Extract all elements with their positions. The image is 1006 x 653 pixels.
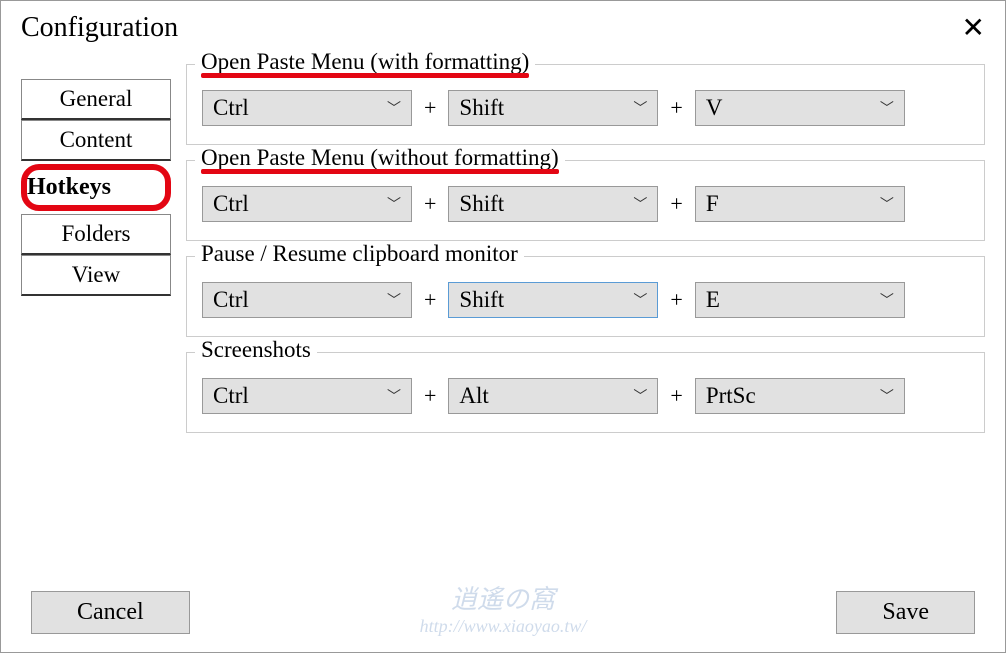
dropdown-value: Shift — [459, 191, 504, 217]
dropdown-value: Ctrl — [213, 191, 249, 217]
tab-general[interactable]: General — [21, 79, 171, 120]
fieldset-screenshots: Screenshots Ctrl ﹀ + Alt ﹀ + PrtSc ﹀ — [186, 352, 985, 433]
dropdown-value: Shift — [459, 95, 504, 121]
dropdown-key1[interactable]: Ctrl ﹀ — [202, 90, 412, 126]
dropdown-value: E — [706, 287, 720, 313]
dropdown-value: F — [706, 191, 719, 217]
save-button[interactable]: Save — [836, 591, 975, 634]
fieldset-pause-resume: Pause / Resume clipboard monitor Ctrl ﹀ … — [186, 256, 985, 337]
dropdown-key1[interactable]: Ctrl ﹀ — [202, 378, 412, 414]
legend-open-with-formatting: Open Paste Menu (with formatting) — [195, 49, 535, 75]
dropdown-value: Ctrl — [213, 383, 249, 409]
tab-content[interactable]: Content — [21, 120, 171, 161]
tab-hotkeys[interactable]: Hotkeys — [21, 164, 171, 211]
legend-screenshots: Screenshots — [195, 337, 317, 363]
plus-separator: + — [420, 95, 440, 121]
legend-open-without-formatting: Open Paste Menu (without formatting) — [195, 145, 565, 171]
plus-separator: + — [420, 287, 440, 313]
dropdown-key1[interactable]: Ctrl ﹀ — [202, 282, 412, 318]
chevron-down-icon: ﹀ — [880, 98, 894, 118]
plus-separator: + — [420, 191, 440, 217]
dropdown-value: Shift — [459, 287, 504, 313]
sidebar: General Content Hotkeys Folders View — [21, 59, 171, 448]
chevron-down-icon: ﹀ — [880, 194, 894, 214]
chevron-down-icon: ﹀ — [387, 386, 401, 406]
chevron-down-icon: ﹀ — [880, 290, 894, 310]
dropdown-key2[interactable]: Alt ﹀ — [448, 378, 658, 414]
dropdown-key3[interactable]: E ﹀ — [695, 282, 905, 318]
tab-folders[interactable]: Folders — [21, 214, 171, 255]
cancel-button[interactable]: Cancel — [31, 591, 190, 634]
plus-separator: + — [420, 383, 440, 409]
plus-separator: + — [666, 287, 686, 313]
settings-panel: Open Paste Menu (with formatting) Ctrl ﹀… — [186, 59, 985, 448]
dropdown-value: Alt — [459, 383, 488, 409]
dropdown-key2[interactable]: Shift ﹀ — [448, 186, 658, 222]
chevron-down-icon: ﹀ — [387, 290, 401, 310]
dropdown-key2[interactable]: Shift ﹀ — [448, 282, 658, 318]
chevron-down-icon: ﹀ — [387, 98, 401, 118]
window-title: Configuration — [21, 12, 178, 44]
plus-separator: + — [666, 191, 686, 217]
legend-pause-resume: Pause / Resume clipboard monitor — [195, 241, 524, 267]
dropdown-key3[interactable]: V ﹀ — [695, 90, 905, 126]
chevron-down-icon: ﹀ — [387, 194, 401, 214]
dropdown-key2[interactable]: Shift ﹀ — [448, 90, 658, 126]
close-icon[interactable]: ✕ — [962, 11, 985, 44]
chevron-down-icon: ﹀ — [633, 290, 647, 310]
dropdown-value: Ctrl — [213, 287, 249, 313]
dropdown-key3[interactable]: PrtSc ﹀ — [695, 378, 905, 414]
chevron-down-icon: ﹀ — [880, 386, 894, 406]
chevron-down-icon: ﹀ — [633, 386, 647, 406]
dropdown-key1[interactable]: Ctrl ﹀ — [202, 186, 412, 222]
chevron-down-icon: ﹀ — [633, 194, 647, 214]
fieldset-open-without-formatting: Open Paste Menu (without formatting) Ctr… — [186, 160, 985, 241]
fieldset-open-with-formatting: Open Paste Menu (with formatting) Ctrl ﹀… — [186, 64, 985, 145]
dropdown-value: PrtSc — [706, 383, 756, 409]
plus-separator: + — [666, 383, 686, 409]
tab-view[interactable]: View — [21, 255, 171, 296]
dropdown-key3[interactable]: F ﹀ — [695, 186, 905, 222]
chevron-down-icon: ﹀ — [633, 98, 647, 118]
dropdown-value: V — [706, 95, 723, 121]
plus-separator: + — [666, 95, 686, 121]
dropdown-value: Ctrl — [213, 95, 249, 121]
